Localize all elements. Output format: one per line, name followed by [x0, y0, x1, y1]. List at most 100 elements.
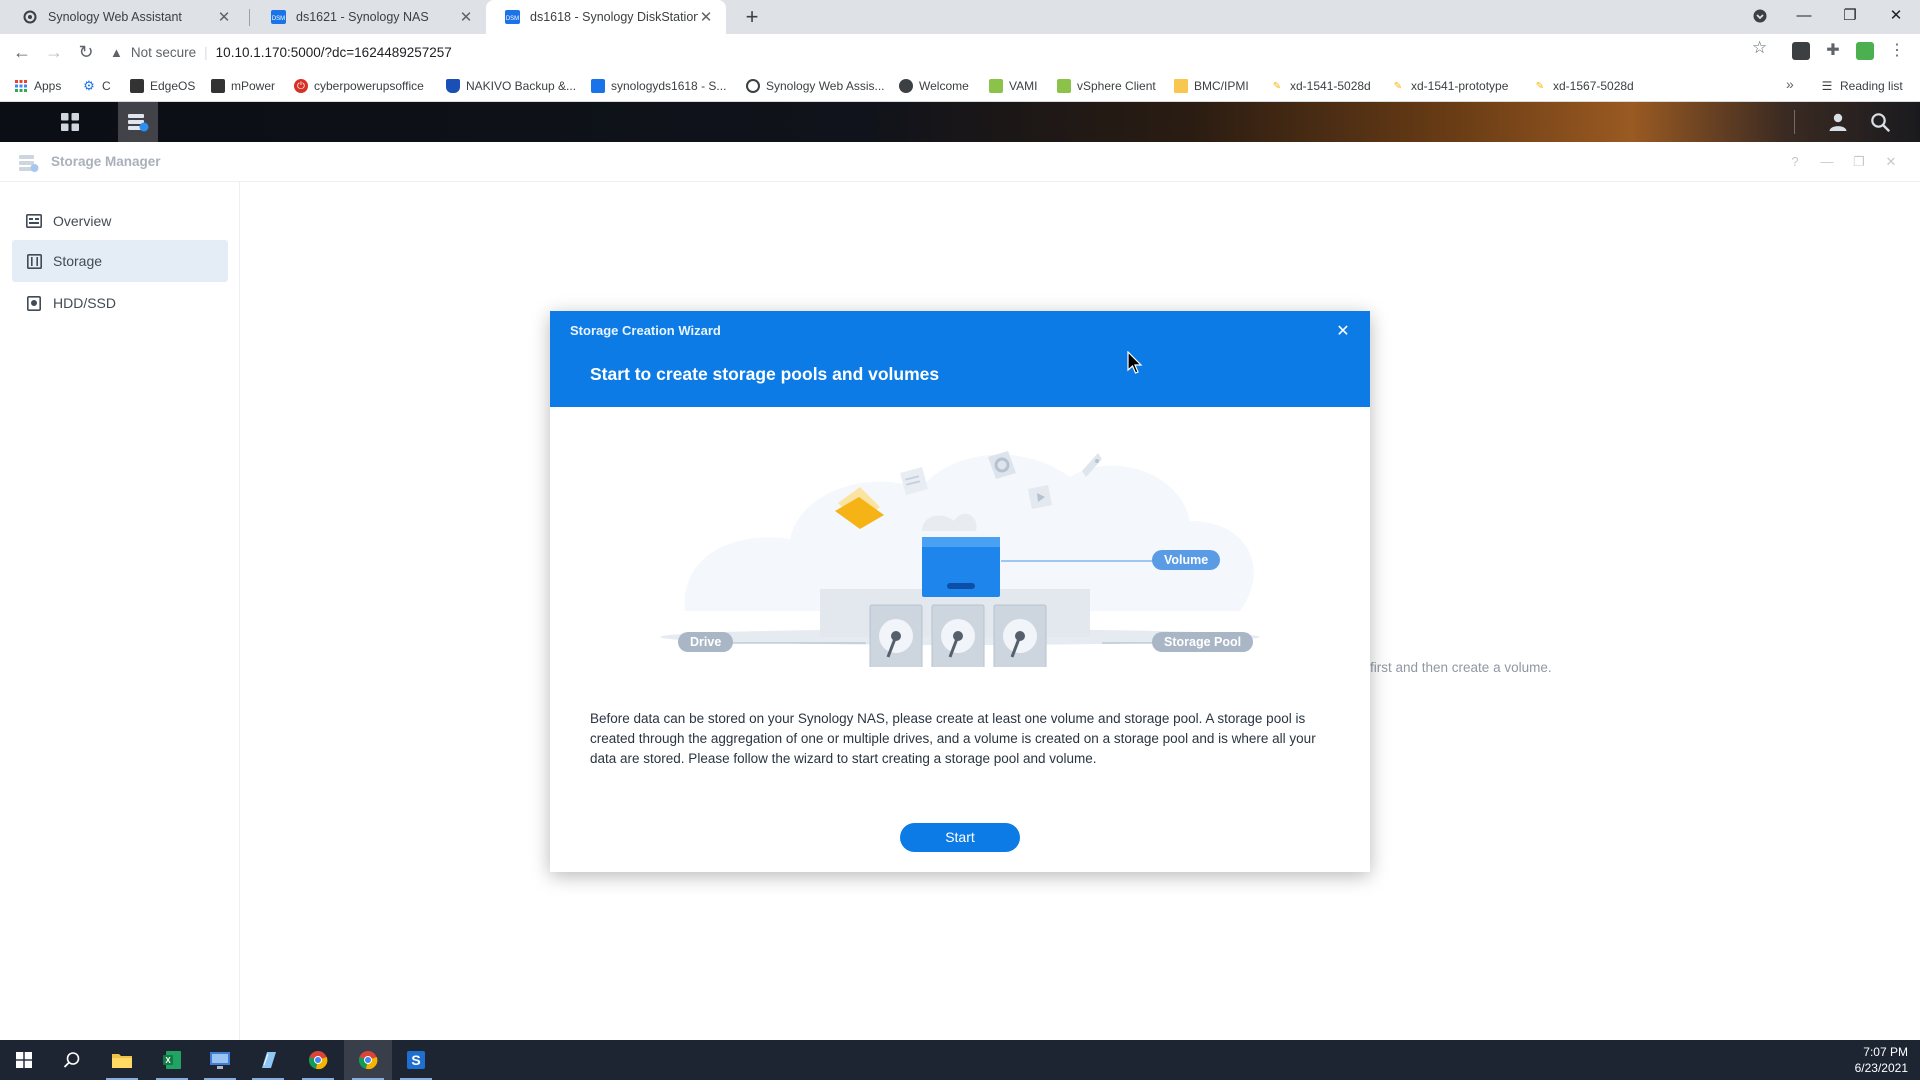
tab-title: ds1621 - Synology NAS [296, 10, 429, 24]
close-icon[interactable]: ✕ [458, 8, 474, 26]
minimize-window-button[interactable]: — [1784, 0, 1824, 32]
sidebar: Overview Storage HDD/SSD [0, 182, 240, 1040]
close-icon[interactable]: ✕ [1332, 321, 1354, 343]
svg-text:X: X [165, 1056, 171, 1065]
wizard-header: Storage Creation Wizard Start to create … [550, 311, 1370, 407]
url-text[interactable]: 10.10.1.170:5000/?dc=1624489257257 [216, 45, 452, 60]
chrome-button[interactable] [294, 1040, 342, 1080]
maximize-button[interactable]: ❐ [1848, 152, 1870, 172]
bookmark-vami[interactable]: VAMI [989, 70, 1037, 102]
tab-ds1621[interactable]: DSM ds1621 - Synology NAS ✕ [252, 0, 486, 34]
storage-creation-wizard: Storage Creation Wizard Start to create … [550, 311, 1370, 872]
wizard-description: Before data can be stored on your Synolo… [590, 711, 1316, 766]
green-extension-icon[interactable] [1856, 42, 1874, 60]
bookmark-label: xd-1541-prototype [1411, 79, 1509, 93]
sidebar-item-hdd-ssd[interactable]: HDD/SSD [12, 282, 228, 324]
reading-list-button[interactable]: ☰ Reading list [1820, 70, 1903, 102]
close-window-button[interactable]: ✕ [1880, 152, 1902, 172]
file-explorer-button[interactable] [98, 1040, 146, 1080]
bookmark-xd-1541-5028d[interactable]: ✎ xd-1541-5028d [1270, 70, 1371, 102]
key-icon: ✎ [1272, 80, 1282, 92]
storage-pool-label: Storage Pool [1152, 632, 1254, 652]
close-window-button[interactable]: ✕ [1876, 0, 1916, 32]
storage-icon [26, 253, 42, 269]
tab-synology-web-assistant[interactable]: Synology Web Assistant ✕ [4, 0, 244, 34]
more-bookmarks-icon[interactable]: » [1786, 76, 1794, 92]
dsm-icon: DSM [504, 9, 520, 25]
tab-search-icon[interactable] [1740, 0, 1780, 32]
windows-taskbar: X S 7:07 PM 6/23/2021 [0, 1040, 1920, 1080]
restore-window-button[interactable]: ❐ [1830, 0, 1870, 32]
excel-button[interactable]: X [148, 1040, 196, 1080]
forward-button[interactable]: → [40, 38, 68, 66]
search-button[interactable] [48, 1040, 96, 1080]
user-button[interactable] [1818, 102, 1858, 142]
bookmark-bmc-ipmi[interactable]: BMC/IPMI [1174, 70, 1249, 102]
empty-state-text: first and then create a volume. [1370, 660, 1552, 675]
address-bar[interactable]: ▲ Not secure | 10.10.1.170:5000/?dc=1624… [110, 38, 1780, 66]
bookmark-synology-web-assistant[interactable]: Synology Web Assis... [746, 70, 885, 102]
bookmark-apps[interactable]: Apps [14, 70, 61, 102]
storage-manager-icon [128, 114, 149, 132]
reload-button[interactable]: ↻ [72, 38, 100, 66]
hdd-icon [26, 295, 42, 311]
svg-text:DSM: DSM [271, 16, 284, 22]
start-button[interactable]: Start [900, 823, 1020, 852]
search-button[interactable] [1860, 102, 1900, 142]
bookmark-synologyds1618[interactable]: synologyds1618 - S... [591, 70, 726, 102]
sidebar-item-overview[interactable]: Overview [12, 200, 228, 242]
mouse-cursor-icon [1127, 351, 1143, 374]
bookmark-xd-1567-5028d[interactable]: ✎ xd-1567-5028d [1533, 70, 1634, 102]
tab-ds1618[interactable]: DSM ds1618 - Synology DiskStation ✕ [486, 0, 726, 34]
volume-label: Volume [1152, 550, 1221, 570]
bookmark-xd-1541-prototype[interactable]: ✎ xd-1541-prototype [1391, 70, 1509, 102]
main-menu-button[interactable] [50, 102, 90, 142]
puzzle-extensions-icon[interactable]: ✚ [1824, 42, 1842, 60]
bookmark-label: Apps [34, 79, 62, 93]
hdd-icon [931, 604, 985, 674]
extension-icon[interactable] [1792, 42, 1810, 60]
computer-icon [210, 1052, 230, 1069]
close-icon[interactable]: ✕ [698, 8, 714, 26]
notepad-button[interactable] [244, 1040, 292, 1080]
bookmark-label: cyberpowerupsoffice [314, 79, 424, 93]
bookmark-label: synologyds1618 - S... [611, 79, 727, 93]
bookmark-nakivo[interactable]: NAKIVO Backup &... [446, 70, 576, 102]
dsm-icon: DSM [270, 9, 286, 25]
kebab-menu-icon[interactable]: ⋮ [1888, 42, 1906, 60]
close-icon[interactable]: ✕ [216, 8, 232, 26]
reading-list-label: Reading list [1840, 79, 1903, 93]
bookmark-c[interactable]: ⚙ C [82, 70, 111, 102]
bookmark-label: xd-1567-5028d [1553, 79, 1634, 93]
bookmarks-bar: Apps ⚙ C EdgeOS mPower ⏻ cyberpowerupsoffi… [0, 70, 1920, 102]
chrome-button-active[interactable] [344, 1040, 392, 1080]
bookmark-mpower[interactable]: mPower [211, 70, 275, 102]
chrome-icon [358, 1051, 378, 1070]
help-button[interactable]: ? [1784, 152, 1806, 172]
bookmark-star-icon[interactable]: ☆ [1752, 38, 1767, 58]
synology-app-button[interactable]: S [392, 1040, 440, 1080]
apps-grid-icon [61, 113, 79, 131]
browser-toolbar: ← → ↻ ▲ Not secure | 10.10.1.170:5000/?d… [0, 34, 1920, 70]
bookmark-label: NAKIVO Backup &... [466, 79, 577, 93]
bookmark-cyberpower[interactable]: ⏻ cyberpowerupsoffice [294, 70, 424, 102]
storage-manager-icon [19, 155, 39, 172]
remote-desktop-button[interactable] [196, 1040, 244, 1080]
storage-illustration: Volume Drive Storage Pool [550, 411, 1370, 678]
tab-divider [249, 9, 250, 26]
not-secure-label[interactable]: Not secure [131, 45, 196, 60]
bookmark-vsphere[interactable]: vSphere Client [1057, 70, 1156, 102]
back-button[interactable]: ← [8, 38, 36, 66]
start-button[interactable] [0, 1040, 48, 1080]
minimize-button[interactable]: — [1816, 152, 1838, 172]
storage-manager-taskbar-button[interactable] [118, 102, 158, 142]
system-clock[interactable]: 7:07 PM 6/23/2021 [1855, 1044, 1908, 1076]
bookmark-welcome[interactable]: Welcome [899, 70, 969, 102]
hdd-icon [869, 604, 923, 674]
bookmark-edgeos[interactable]: EdgeOS [130, 70, 195, 102]
new-tab-button[interactable]: + [738, 3, 766, 31]
warning-icon[interactable]: ▲ [110, 45, 123, 60]
search-icon [1871, 113, 1890, 132]
sidebar-item-storage[interactable]: Storage [12, 240, 228, 282]
divider [1794, 110, 1795, 134]
